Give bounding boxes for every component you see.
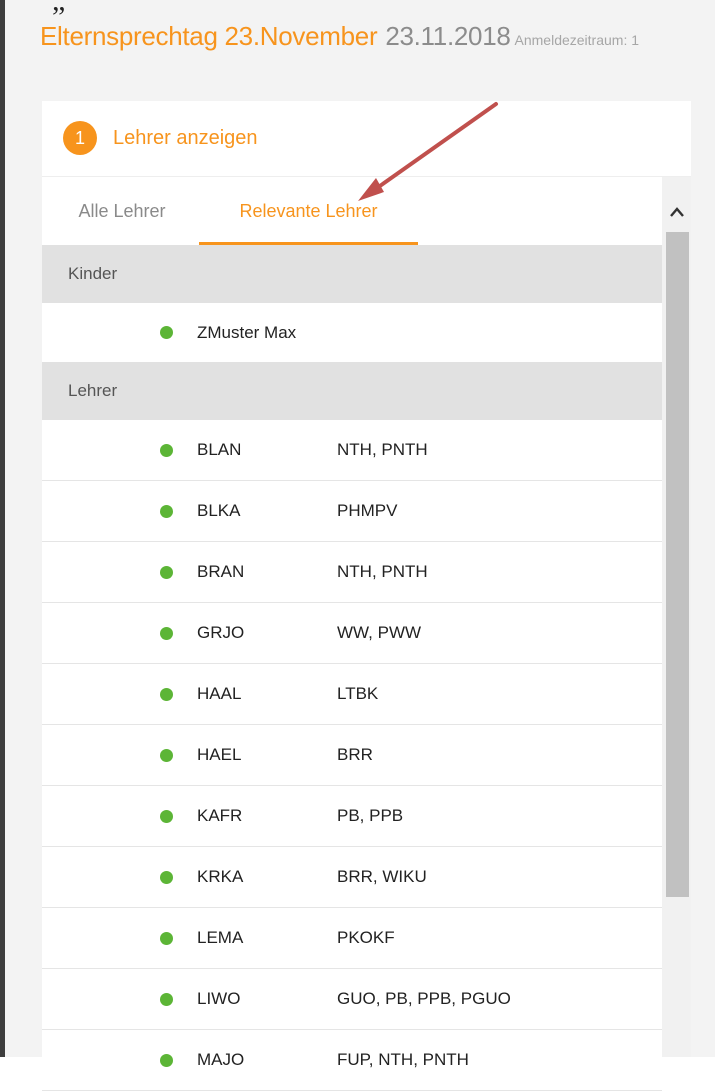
tab-relevant-teachers[interactable]: Relevante Lehrer [199,177,418,245]
green-dot-icon [160,749,173,762]
green-dot-icon [160,688,173,701]
green-dot-icon [160,993,173,1006]
teacher-subjects: NTH, PNTH [337,440,428,459]
teacher-row[interactable]: BLAN NTH, PNTH [42,420,662,481]
step-label[interactable]: Lehrer anzeigen [113,125,258,151]
teacher-row[interactable]: HAAL LTBK [42,664,662,725]
teacher-subjects: WW, PWW [337,623,422,642]
teacher-list-area: Alle Lehrer Relevante Lehrer Kinder ZMus… [42,177,691,1091]
teacher-subjects: PHMPV [337,501,398,520]
teacher-code: KRKA [197,867,244,886]
teacher-subjects: NTH, PNTH [337,562,428,581]
green-dot-icon [160,932,173,945]
teacher-row[interactable]: LIWO GUO, PB, PPB, PGUO [42,969,662,1030]
teacher-code: GRJO [197,623,245,642]
tab-bar: Alle Lehrer Relevante Lehrer [42,177,662,245]
teacher-subjects: GUO, PB, PPB, PGUO [337,989,511,1008]
list-rows: Kinder ZMuster Max Lehrer BLAN NTH, PNTH B… [42,245,662,1091]
teacher-subjects: LTBK [337,684,379,703]
teacher-row[interactable]: KRKA BRR, WIKU [42,847,662,908]
green-dot-icon [160,627,173,640]
scrollbar-thumb[interactable] [666,232,689,897]
green-dot-icon [160,1054,173,1067]
green-dot-icon [160,505,173,518]
section-header-children: Kinder [42,245,662,303]
teacher-subjects: PKOKF [337,928,395,947]
green-dot-icon [160,566,173,579]
teacher-code: HAEL [197,745,242,764]
event-title: Elternsprechtag 23.November [40,21,378,51]
teacher-subjects: PB, PPB [337,806,404,825]
teacher-row[interactable]: MAJO FUP, NTH, PNTH [42,1030,662,1091]
teacher-code: BRAN [197,562,245,581]
teacher-subjects: BRR [337,745,373,764]
teacher-code: HAAL [197,684,242,703]
chevron-up-icon[interactable] [662,197,691,227]
green-dot-icon [160,810,173,823]
teacher-subjects: FUP, NTH, PNTH [337,1050,469,1069]
scrollbar[interactable] [662,177,691,1057]
step-number-badge: 1 [63,121,97,155]
teacher-panel: 1 Lehrer anzeigen Alle Lehrer Relevante … [42,101,691,1091]
registration-period: Anmeldezeitraum: 1 [514,32,640,48]
teacher-code: BLAN [197,440,242,459]
teacher-row[interactable]: KAFR PB, PPB [42,786,662,847]
green-dot-icon [160,444,173,457]
teacher-code: LIWO [197,989,241,1008]
teacher-code: BLKA [197,501,241,520]
page-header: Elternsprechtag 23.November 23.11.2018 Anm… [40,18,639,59]
green-dot-icon [160,871,173,884]
event-date: 23.11.2018 [385,21,511,51]
child-name: ZMuster Max [197,323,297,342]
green-dot-icon [160,326,173,339]
teacher-row[interactable]: BLKA PHMPV [42,481,662,542]
quote-mark: „ [52,0,66,17]
teacher-row[interactable]: LEMA PKOKF [42,908,662,969]
child-row[interactable]: ZMuster Max [42,303,662,362]
tab-all-teachers[interactable]: Alle Lehrer [52,177,192,245]
step-header: 1 Lehrer anzeigen [42,101,691,177]
teacher-code: MAJO [197,1050,245,1069]
teacher-row[interactable]: BRAN NTH, PNTH [42,542,662,603]
teacher-row[interactable]: HAEL BRR [42,725,662,786]
section-header-teachers: Lehrer [42,362,662,420]
teacher-subjects: BRR, WIKU [337,867,427,886]
teacher-code: KAFR [197,806,243,825]
teacher-code: LEMA [197,928,244,947]
teacher-rows: BLAN NTH, PNTH BLKA PHMPV BRAN NTH, PNTH GRJO W… [42,420,662,1091]
teacher-row[interactable]: GRJO WW, PWW [42,603,662,664]
